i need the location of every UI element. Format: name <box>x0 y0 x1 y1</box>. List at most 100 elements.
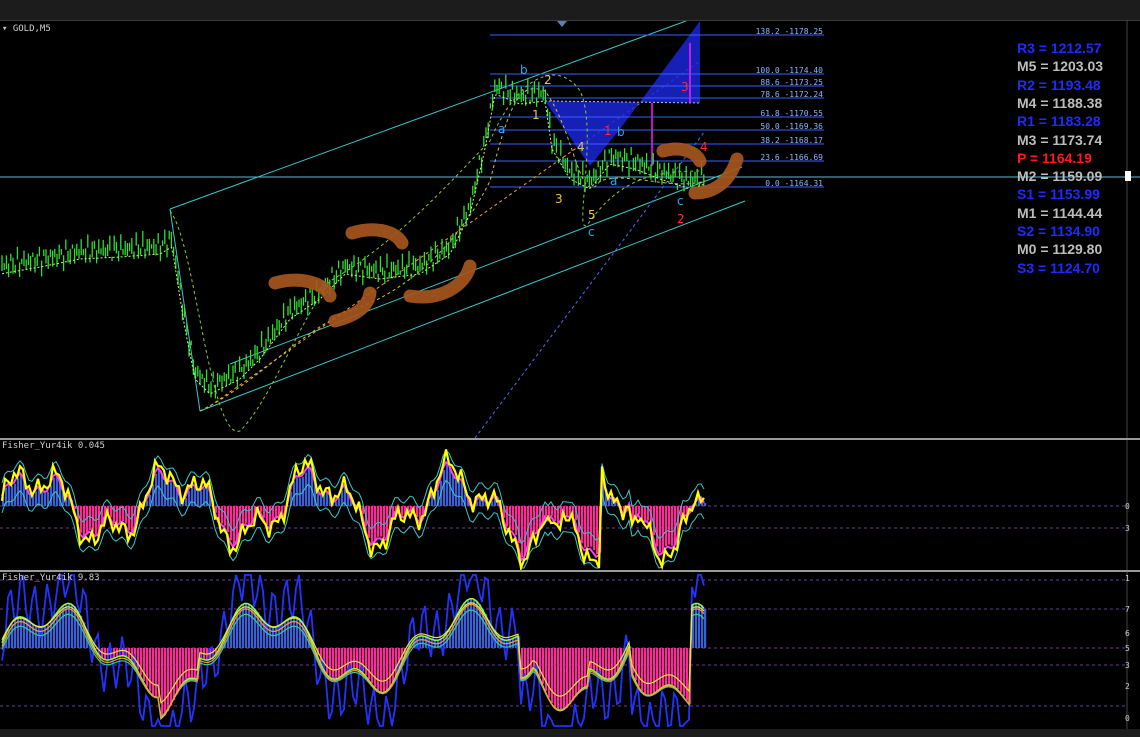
wave-label-a-upper: a <box>498 122 505 136</box>
fisher-hist-bar <box>338 497 341 506</box>
fisher2-hist-bar <box>191 648 194 679</box>
fisher2-hist-bar <box>341 648 344 677</box>
fib-level-label: 50.0 -1169.36 <box>760 122 823 131</box>
wave-label-2-yellow: 2 <box>544 73 552 87</box>
fisher-axis-label-0: 0 <box>1125 502 1130 511</box>
wave-label-1-yellow: 1 <box>532 108 540 122</box>
fisher-hist-bar <box>443 470 446 506</box>
fisher2-hist-bar <box>512 638 515 648</box>
fib-level-label: 78.6 -1172.24 <box>760 90 823 99</box>
fisher2-hist-bar <box>650 648 653 696</box>
fisher2-hist-bar <box>656 648 659 693</box>
fisher2-hist-bar <box>239 607 242 648</box>
fisher2-hist-bar <box>389 648 392 689</box>
fisher-hist-bar <box>113 506 116 524</box>
pivot-level: P = 1164.19 <box>1017 149 1092 166</box>
fisher-hist-bar <box>293 481 296 506</box>
fisher-hist-bar <box>401 506 404 516</box>
fisher-hist-bar <box>245 506 248 524</box>
pivot-level: M0 = 1129.80 <box>1017 241 1103 258</box>
fisher-hist-bar <box>86 506 89 534</box>
fisher2-hist-bar <box>137 648 140 670</box>
channel-mid-line <box>229 166 743 365</box>
fisher2-axis-label-3: 3 <box>1125 661 1130 670</box>
fisher2-hist-bar <box>677 648 680 690</box>
fisher2-hist-bar <box>242 604 245 648</box>
wave-label-3-yellow: 3 <box>555 192 563 206</box>
fisher2-hist-bar <box>614 648 617 677</box>
fisher2-hist-bar <box>647 648 650 696</box>
fisher2-hist-bar <box>179 648 182 689</box>
fib-level-label: 38.2 -1168.17 <box>760 136 823 145</box>
fisher2-hist-bar <box>605 648 608 679</box>
fisher2-axis-label-2: 2 <box>1125 682 1130 691</box>
fisher2-hist-bar <box>149 648 152 692</box>
fisher-hist-bar <box>299 478 302 506</box>
chart-shift-marker <box>557 21 567 27</box>
wave-label-c-right: c <box>677 194 684 208</box>
fisher-hist-bar <box>56 475 59 506</box>
pivot-level: M1 = 1144.44 <box>1017 204 1103 221</box>
fisher-hist-bar <box>248 506 251 525</box>
fisher2-hist-bar <box>461 607 464 648</box>
wave-label-4-yellow: 4 <box>577 140 585 154</box>
pivot-level: S3 = 1124.70 <box>1017 259 1100 276</box>
fisher2-hist-bar <box>551 648 554 704</box>
fisher2-hist-bar <box>374 648 377 688</box>
fisher2-hist-bar <box>425 636 428 648</box>
fisher-indicator-panel[interactable]: Fisher_Yur4ik 0.045 0 3 <box>0 440 1140 570</box>
fisher2-hist-bar <box>383 648 386 693</box>
fisher2-hist-bar <box>665 648 668 686</box>
chart-symbol-label: ▾ GOLD,M5 <box>2 24 51 34</box>
wave-label-c-left: c <box>588 225 595 239</box>
fisher-hist-bar <box>704 503 707 506</box>
fisher2-indicator-panel[interactable]: Fisher_Yur4ik 9.83 1 7 6 5 3 2 0 <box>0 572 1140 729</box>
fisher2-hist-bar <box>371 648 374 684</box>
wave-label-a-mid: a <box>610 174 617 188</box>
fisher2-hist-bar <box>164 648 167 716</box>
fisher-hist-bar <box>131 506 134 534</box>
fisher2-hist-bar <box>575 648 578 697</box>
fisher2-hist-bar <box>563 648 566 710</box>
fib-level-label: 88.6 -1173.25 <box>760 78 823 87</box>
fisher-hist-bar <box>383 506 386 539</box>
fisher2-hist-bar <box>584 648 587 688</box>
fisher2-hist-bar <box>65 604 68 648</box>
fisher-hist-bar <box>296 477 299 506</box>
fisher2-hist-bar <box>269 625 272 648</box>
fisher2-hist-bar <box>578 648 581 693</box>
fisher-hist-bar <box>11 485 14 506</box>
fisher2-hist-bar <box>161 648 164 718</box>
wave-label-1-red: 1 <box>604 124 612 138</box>
fisher-hist-bar <box>524 506 527 555</box>
fisher-hist-bar <box>230 506 233 541</box>
price-chart[interactable]: 138.2 -1178.25 100.0 -1174.40 88.6 -1173.2… <box>0 21 1140 438</box>
fisher2-hist-bar <box>392 648 395 685</box>
fisher2-hist-bar <box>272 627 275 648</box>
fisher-axis-label-3: 3 <box>1125 524 1130 533</box>
fisher2-hist-bar <box>560 648 563 711</box>
fisher2-hist-bar <box>356 648 359 669</box>
fisher2-axis-label-7: 7 <box>1125 605 1130 614</box>
fisher2-hist-bar <box>674 648 677 687</box>
fisher2-hist-bar <box>335 648 338 680</box>
fisher2-hist-bar <box>653 648 656 695</box>
fisher-hist-bar <box>458 480 461 506</box>
fib-level-label: 0.0 -1164.31 <box>765 179 823 188</box>
fisher-indicator-chart[interactable] <box>0 440 1140 570</box>
pivot-level: S2 = 1134.90 <box>1017 223 1100 239</box>
fib-level-label: 61.8 -1170.55 <box>760 109 823 118</box>
fisher-hist-bar <box>515 506 518 535</box>
main-chart-panel[interactable]: 138.2 -1178.25 100.0 -1174.40 88.6 -1173.2… <box>0 21 1140 438</box>
fisher2-hist-bar <box>644 648 647 694</box>
fisher-hist-bar <box>200 491 203 506</box>
pivot-level: M3 = 1173.74 <box>1017 131 1103 148</box>
fisher2-hist-bar <box>557 648 560 710</box>
fisher2-hist-bar <box>548 648 551 698</box>
fib-level-label: 100.0 -1174.40 <box>756 66 824 75</box>
channel-lower-line <box>199 200 746 412</box>
fisher2-hist-bar <box>155 648 158 698</box>
wave-label-b-upper: b <box>520 63 528 77</box>
pivot-level: S1 = 1153.99 <box>1017 186 1100 203</box>
fisher2-indicator-chart[interactable] <box>0 572 1140 729</box>
